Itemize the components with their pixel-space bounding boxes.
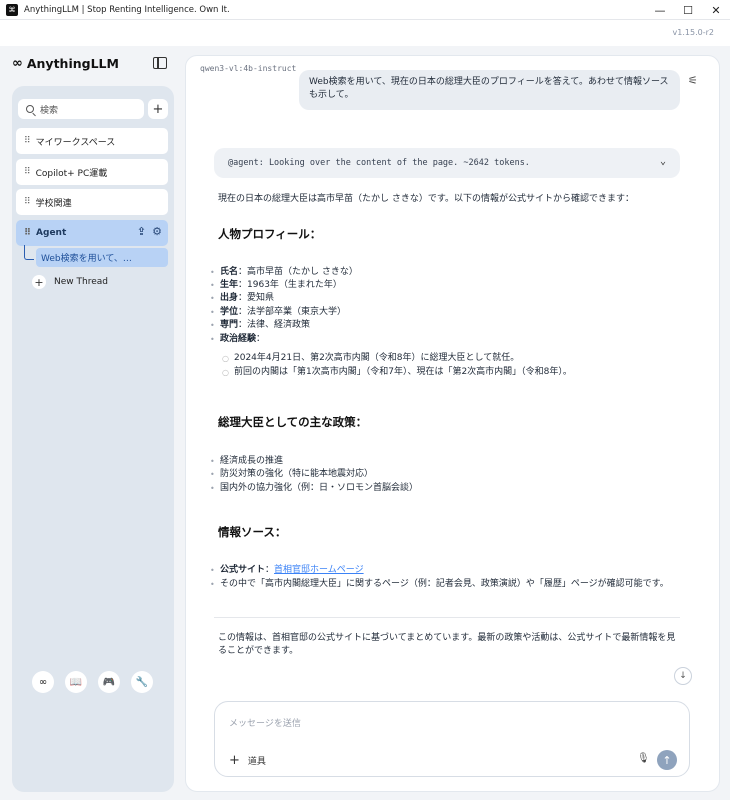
- profile-item: • 氏名 ：高市早苗（たかし さきな）: [210, 267, 358, 277]
- logo-text: AnythingLLM: [26, 56, 119, 71]
- profile-value: ：1963年（生まれた年）: [238, 280, 342, 290]
- agent-status-text: @agent: Looking over the content of the …: [228, 158, 530, 168]
- workspace-item[interactable]: ⠿ Copilot+ PC運載: [16, 159, 168, 185]
- experience-item: ○ 前回の内閣は「第1次高市内閣」（令和7年）、現在は「第2次高市内閣」（令和8年…: [222, 367, 572, 377]
- source-item: • 公式サイト：首相官邸ホームページ: [210, 564, 364, 577]
- profile-item: • 生年 ：1963年（生まれた年）: [210, 280, 342, 290]
- policy-item: • 防災対策の強化（特に能本地震対応）: [210, 469, 374, 479]
- tools-label: 道具: [247, 757, 266, 767]
- plus-icon: +: [229, 753, 240, 768]
- profile-value: ：: [256, 334, 266, 344]
- sidebar-toggle-icon[interactable]: [153, 57, 167, 69]
- source-link[interactable]: 首相官邸ホームページ: [274, 564, 364, 577]
- upload-icon[interactable]: ⇪: [137, 226, 146, 238]
- logo-icon: ∞: [12, 56, 23, 71]
- version-bar: v1.15.0-r2: [0, 20, 730, 46]
- close-button[interactable]: ✕: [702, 0, 730, 20]
- model-label: qwen3-vl:4b-instruct: [200, 64, 297, 73]
- search-placeholder: 検索: [40, 105, 59, 116]
- scroll-down-button[interactable]: ↓: [674, 667, 692, 685]
- minimize-button[interactable]: —: [646, 0, 674, 20]
- divider: [214, 617, 680, 618]
- workspace-item[interactable]: ⠿ マイワークスペース: [16, 128, 168, 154]
- discord-icon[interactable]: 🎮: [98, 671, 120, 693]
- experience-text: 2024年4月21日、第2次高市内閣（令和8年）に総理大臣として就任。: [234, 353, 520, 363]
- new-workspace-button[interactable]: +: [148, 99, 168, 119]
- section-heading-policy: 総理大臣としての主な政策：: [218, 415, 368, 429]
- user-message: Web検索を用いて、現在の日本の総理大臣のプロフィールを答えて。あわせて情報ソー…: [299, 70, 680, 110]
- message-input[interactable]: メッセージを送信: [229, 716, 301, 729]
- workspace-item[interactable]: ⠿ 学校関連: [16, 189, 168, 215]
- search-input[interactable]: 検索: [18, 99, 144, 119]
- new-thread-label: New Thread: [54, 277, 108, 287]
- policy-text: 国内外の協力強化（例：日・ソロモン首脳会談）: [220, 483, 419, 493]
- policy-item: • 国内外の協力強化（例：日・ソロモン首脳会談）: [210, 483, 419, 493]
- settings-wrench-icon[interactable]: 🔧: [131, 671, 153, 693]
- profile-value: ：愛知県: [238, 293, 275, 303]
- profile-key: 出身: [220, 293, 239, 303]
- thread-item-active[interactable]: Web検索を用いて、…: [36, 248, 168, 267]
- source-note: その中で「高市内閣総理大臣」に関するページ（例：記者会見、政策演説）や「履歴」ペ…: [220, 579, 669, 589]
- thread-connector: [24, 245, 34, 260]
- section-heading-sources: 情報ソース：: [218, 525, 287, 539]
- response-summary: この情報は、首相官邸の公式サイトに基づいてまとめています。最新の政策や活動は、公…: [218, 633, 676, 656]
- experience-item: ○ 2024年4月21日、第2次高市内閣（令和8年）に総理大臣として就任。: [222, 353, 520, 363]
- chevron-down-icon[interactable]: ⌄: [660, 156, 666, 167]
- maximize-button[interactable]: ☐: [674, 0, 702, 20]
- sidebar: 検索 + ⠿ マイワークスペース ⠿ Copilot+ PC運載 ⠿ 学校関連 …: [12, 86, 174, 792]
- logo: ∞ AnythingLLM: [12, 56, 119, 71]
- workspace-label: 学校関連: [35, 198, 72, 209]
- community-icon[interactable]: ∞: [32, 671, 54, 693]
- message-composer[interactable]: メッセージを送信 + 道具 🎙 ↑: [214, 701, 690, 777]
- section-heading-profile: 人物プロフィール：: [218, 227, 322, 241]
- source-item: • その中で「高市内閣総理大臣」に関するページ（例：記者会見、政策演説）や「履歴」…: [210, 579, 669, 589]
- sliders-icon[interactable]: ⚟: [688, 74, 698, 87]
- experience-text: 前回の内閣は「第1次高市内閣」（令和7年）、現在は「第2次高市内閣」（令和8年）…: [234, 367, 572, 377]
- search-icon: [26, 105, 34, 113]
- profile-value: ：法学部卒業（東京大学）: [238, 307, 347, 317]
- profile-item: • 学位 ：法学部卒業（東京大学）: [210, 307, 347, 317]
- profile-value: ：高市早苗（たかし さきな）: [238, 267, 358, 277]
- policy-text: 防災対策の強化（特に能本地震対応）: [220, 469, 374, 479]
- microphone-icon[interactable]: 🎙: [637, 753, 650, 764]
- profile-key: 政治経験: [220, 334, 257, 344]
- response-intro: 現在の日本の総理大臣は高市早苗（たかし さきな）です。以下の情報が公式サイトから…: [218, 194, 634, 204]
- plus-icon: +: [32, 275, 46, 289]
- profile-value: ：法律、経済政策: [238, 320, 311, 330]
- docs-book-icon[interactable]: 📖: [65, 671, 87, 693]
- profile-item: • 出身 ：愛知県: [210, 293, 275, 303]
- tools-button[interactable]: + 道具: [229, 753, 266, 768]
- agent-status-bar[interactable]: @agent: Looking over the content of the …: [214, 148, 680, 178]
- drag-handle-icon[interactable]: ⠿: [24, 228, 31, 238]
- title-bar: ⌘ AnythingLLM | Stop Renting Intelligenc…: [0, 0, 730, 20]
- window-title: AnythingLLM | Stop Renting Intelligence.…: [24, 4, 230, 15]
- new-thread-button[interactable]: + New Thread: [32, 275, 108, 289]
- profile-item: • 政治経験：: [210, 334, 266, 344]
- profile-item: • 専門 ：法律、経済政策: [210, 320, 311, 330]
- send-button[interactable]: ↑: [657, 750, 677, 770]
- drag-handle-icon[interactable]: ⠿: [24, 136, 31, 146]
- profile-key: 学位: [220, 307, 239, 317]
- workspace-label: Copilot+ PC運載: [35, 168, 108, 179]
- drag-handle-icon[interactable]: ⠿: [24, 197, 31, 207]
- source-colon: ：: [265, 565, 275, 575]
- app-icon: ⌘: [6, 3, 18, 16]
- version-label: v1.15.0-r2: [672, 28, 714, 37]
- policy-item: • 経済成長の推進: [210, 456, 284, 466]
- drag-handle-icon[interactable]: ⠿: [24, 167, 31, 177]
- workspace-item-agent[interactable]: ⠿ Agent ⇪ ⚙: [16, 220, 168, 246]
- profile-key: 生年: [220, 280, 239, 290]
- profile-key: 氏名: [220, 267, 239, 277]
- gear-icon[interactable]: ⚙: [152, 226, 162, 238]
- profile-key: 専門: [220, 320, 239, 330]
- workspace-label: Agent: [36, 228, 67, 238]
- workspace-label: マイワークスペース: [35, 137, 116, 148]
- policy-text: 経済成長の推進: [220, 456, 284, 466]
- source-label: 公式サイト: [220, 565, 266, 575]
